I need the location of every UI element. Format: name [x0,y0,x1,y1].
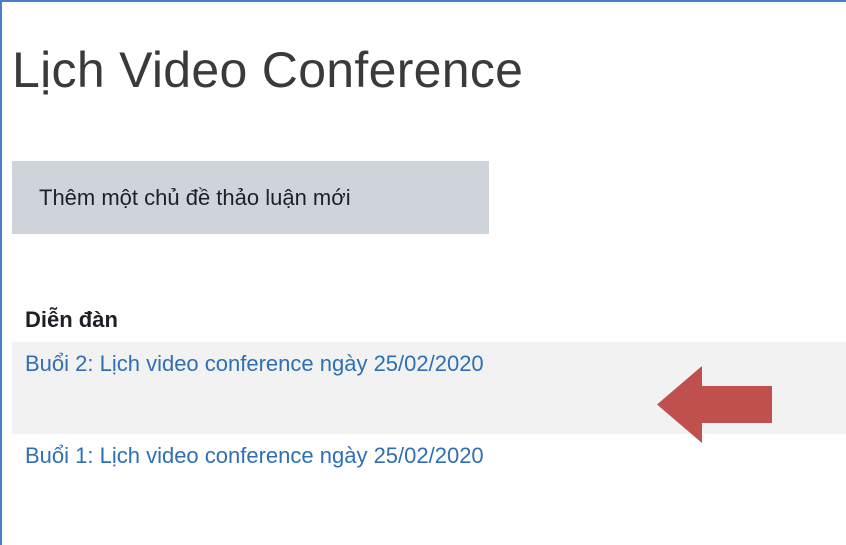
page-frame: Lịch Video Conference Thêm một chủ đề th… [0,0,846,545]
page-title: Lịch Video Conference [12,42,524,98]
forum-column-header: Diễn đàn [25,307,118,332]
discussion-link-session-2[interactable]: Buổi 2: Lịch video conference ngày 25/02… [25,351,484,377]
discussion-link-session-1[interactable]: Buổi 1: Lịch video conference ngày 25/02… [25,443,484,469]
discussion-row: Buổi 1: Lịch video conference ngày 25/02… [12,434,846,494]
left-arrow-shape [657,366,772,443]
add-discussion-topic-button[interactable]: Thêm một chủ đề thảo luận mới [12,161,489,234]
left-arrow-icon [657,366,772,443]
